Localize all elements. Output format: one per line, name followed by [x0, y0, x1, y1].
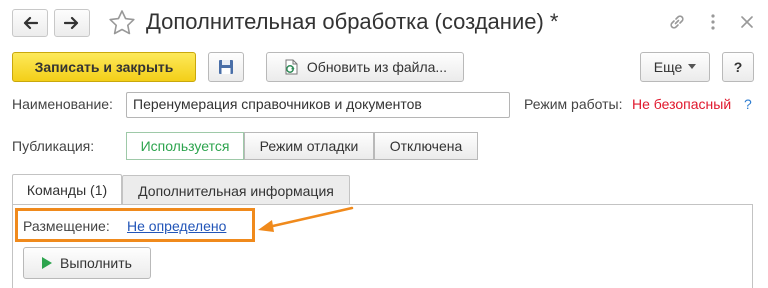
link-icon	[670, 15, 684, 29]
window-title: Дополнительная обработка (создание) *	[146, 9, 559, 34]
tab-strip: Команды (1) Дополнительная информация	[0, 174, 768, 205]
play-icon	[42, 257, 53, 269]
mode-value: Не безопасный	[632, 96, 732, 112]
annotation-highlight-box	[15, 208, 255, 242]
save-and-close-button[interactable]: Записать и закрыть	[12, 52, 196, 82]
forward-button[interactable]	[54, 9, 90, 37]
publication-option-disabled[interactable]: Отключена	[374, 132, 478, 160]
publication-label: Публикация:	[12, 138, 95, 154]
publication-option-used[interactable]: Используется	[126, 132, 244, 160]
back-button[interactable]	[12, 9, 48, 37]
name-input[interactable]: Перенумерация справочников и документов	[126, 92, 510, 118]
publication-row: Публикация: Используется Режим отладки О…	[0, 132, 768, 162]
update-from-file-button[interactable]: Обновить из файла...	[266, 52, 464, 82]
name-row: Наименование: Перенумерация справочников…	[0, 92, 768, 120]
more-actions-button[interactable]: Еще	[640, 52, 710, 82]
arrow-right-icon	[64, 16, 79, 30]
more-vertical-icon	[711, 14, 715, 30]
star-icon	[109, 10, 135, 35]
title-bar: Дополнительная обработка (создание) *	[0, 0, 768, 46]
more-menu-button[interactable]	[702, 11, 724, 33]
tab-commands[interactable]: Команды (1)	[12, 174, 122, 204]
help-button[interactable]: ?	[722, 52, 754, 82]
link-button[interactable]	[666, 11, 688, 33]
more-actions-label: Еще	[653, 59, 683, 75]
update-from-file-label: Обновить из файла...	[306, 59, 448, 75]
arrow-left-icon	[23, 16, 38, 30]
mode-label: Режим работы:	[524, 96, 623, 112]
run-button-label: Выполнить	[60, 255, 132, 271]
annotation-arrow-icon	[258, 206, 354, 232]
floppy-disk-icon	[219, 60, 233, 74]
save-button[interactable]	[208, 52, 244, 82]
close-button[interactable]	[736, 11, 758, 33]
close-icon	[741, 16, 753, 28]
mode-help-icon[interactable]: ?	[744, 96, 752, 112]
chevron-down-icon	[688, 64, 697, 69]
publication-option-debug[interactable]: Режим отладки	[244, 132, 374, 160]
favorite-button[interactable]	[108, 9, 136, 40]
name-label: Наименование:	[12, 96, 113, 112]
command-bar: Записать и закрыть Обновить из файла... …	[0, 50, 768, 84]
run-button[interactable]: Выполнить	[23, 247, 151, 279]
file-update-icon	[285, 59, 298, 75]
